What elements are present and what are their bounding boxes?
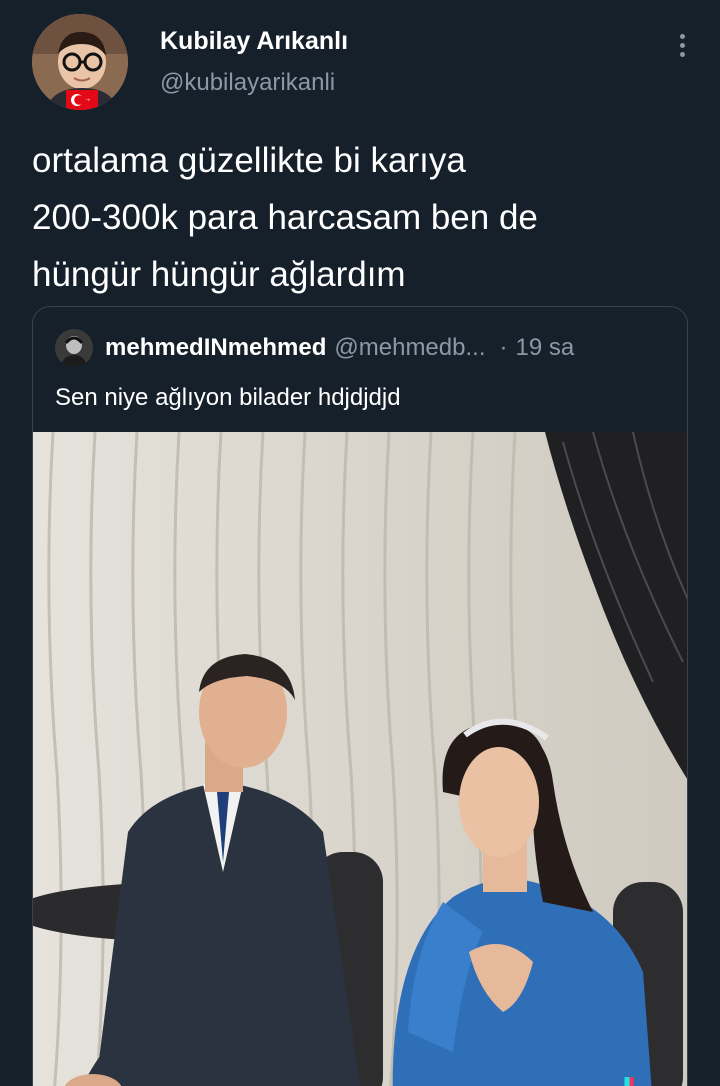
separator-dot: · (499, 334, 508, 361)
quoted-tweet-header: mehmedINmehmed @mehmedb... · 19 sa (55, 329, 671, 367)
quoted-timestamp[interactable]: 19 sa (515, 334, 574, 362)
quoted-display-name[interactable]: mehmedINmehmed (105, 334, 326, 362)
tweet-detail: Kubilay Arıkanlı @kubilayarikanli ortala… (0, 0, 720, 1086)
quoted-author-avatar[interactable] (55, 329, 93, 367)
author-display-name[interactable]: Kubilay Arıkanlı (160, 26, 348, 56)
more-vertical-icon[interactable] (676, 34, 688, 62)
quoted-media-video[interactable] (33, 432, 687, 1086)
quoted-tweet[interactable]: mehmedINmehmed @mehmedb... · 19 sa Sen n… (32, 306, 688, 1086)
author-handle[interactable]: @kubilayarikanli (160, 68, 348, 98)
tweet-text: ortalama güzellikte bi karıya 200-300k p… (32, 141, 538, 294)
turkish-flag-icon (66, 90, 98, 110)
tiktok-watermark-icon (624, 1077, 634, 1086)
tweet-header: Kubilay Arıkanlı @kubilayarikanli (32, 14, 688, 114)
author-avatar[interactable] (32, 14, 128, 110)
quoted-handle[interactable]: @mehmedb... (334, 334, 485, 362)
author-info[interactable]: Kubilay Arıkanlı @kubilayarikanli (160, 26, 348, 98)
quoted-tweet-text: Sen niye ağlıyon bilader hdjdjdjd (55, 384, 401, 411)
